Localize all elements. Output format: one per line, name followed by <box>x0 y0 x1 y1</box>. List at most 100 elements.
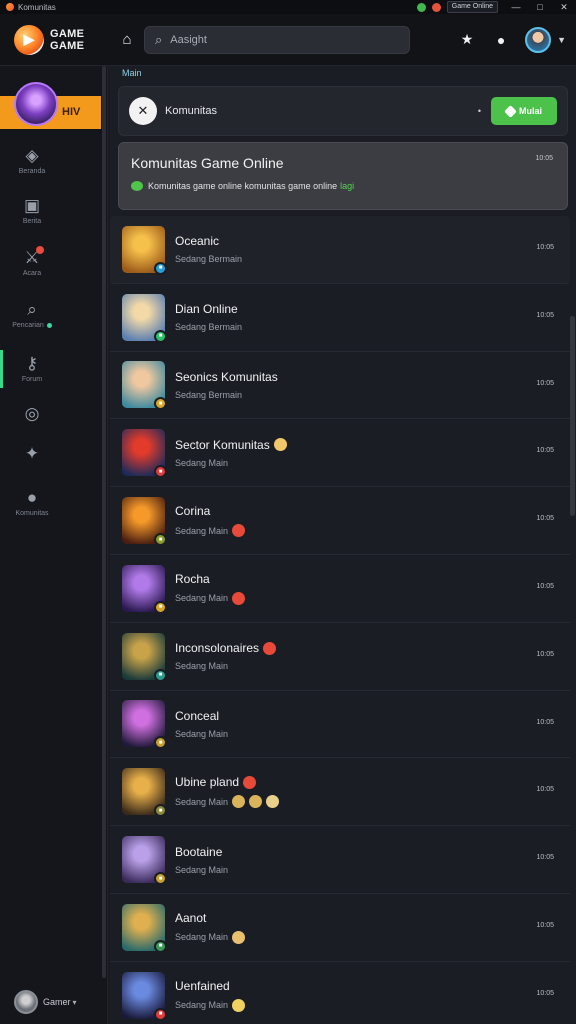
game-row[interactable]: ■ Oceanic Sedang Bermain 10:05 <box>110 216 570 284</box>
game-row[interactable]: ■ Dian Online Sedang Bermain 10:05 <box>110 284 570 352</box>
game-status: Sedang Main <box>175 729 570 739</box>
game-row[interactable]: ■ Corina Sedang Main 10:05 <box>110 487 570 555</box>
game-status: Sedang Bermain <box>175 322 570 332</box>
platform-badge-icon: ■ <box>154 329 167 343</box>
sidebar-item-globe[interactable]: ◎ <box>0 404 64 424</box>
sidebar-item-label: Berita <box>22 218 42 225</box>
platform-badge-icon: ■ <box>154 1007 167 1021</box>
game-row-text: Aanot Sedang Main <box>175 911 570 944</box>
people-icon: ● <box>26 488 38 507</box>
game-row[interactable]: ■ Inconsolonaires Sedang Main 10:05 <box>110 623 570 691</box>
minimize-button[interactable]: — <box>504 2 528 12</box>
game-row[interactable]: ■ Ubine pland Sedang Main 10:05 <box>110 758 570 827</box>
tray-green-icon[interactable] <box>416 2 426 12</box>
sidebar-item-label: Komunitas <box>15 510 49 517</box>
sidebar-user-name: Gamer <box>43 997 71 1007</box>
magnifier-icon: ⌕ <box>27 300 37 319</box>
start-button-label: Mulai <box>518 106 542 116</box>
game-row[interactable]: ■ Conceal Sedang Main 10:05 <box>110 691 570 759</box>
sidebar-item-forum[interactable]: ⚷ Forum <box>0 354 64 383</box>
game-row-text: Oceanic Sedang Bermain <box>175 234 570 264</box>
logo-line-1: GAME <box>50 27 85 40</box>
sidebar-profile-avatar[interactable] <box>14 82 58 126</box>
game-status: Sedang Main <box>175 795 570 809</box>
sidebar-item-home[interactable]: ◈ Beranda <box>0 146 64 175</box>
game-status: Sedang Bermain <box>175 254 570 264</box>
tray-red-icon[interactable] <box>431 2 441 12</box>
tray-area: Game Online <box>416 1 498 13</box>
controller-icon: ◈ <box>25 146 39 165</box>
maximize-button[interactable]: □ <box>528 2 552 12</box>
game-thumbnail: ■ <box>122 429 167 479</box>
game-name-text: Dian Online <box>175 302 238 317</box>
game-timestamp: 10:05 <box>536 515 554 523</box>
more-icon[interactable]: • <box>478 106 481 116</box>
section-label: Main <box>122 68 142 78</box>
sidebar-scrollbar[interactable] <box>102 66 106 978</box>
chat-icon[interactable]: ● <box>491 32 511 48</box>
game-name-text: Conceal <box>175 708 220 723</box>
game-timestamp: 10:05 <box>536 650 554 658</box>
sidebar-item-search[interactable]: ⌕ Pencarian <box>0 300 64 329</box>
globe-icon: ◎ <box>24 404 40 423</box>
game-status-text: Sedang Bermain <box>175 254 243 265</box>
search-input[interactable] <box>170 33 371 46</box>
game-row-text: Rocha Sedang Main <box>175 572 570 605</box>
key-icon: ⚷ <box>25 354 39 373</box>
game-row[interactable]: ■ Aanot Sedang Main 10:05 <box>110 894 570 962</box>
game-name: Aanot <box>175 911 570 925</box>
sidebar-item-label: Forum <box>21 376 43 383</box>
banner-timestamp: 10:05 <box>535 155 553 162</box>
game-status: Sedang Main <box>175 591 570 605</box>
game-row[interactable]: ■ Sector Komunitas Sedang Main 10:05 <box>110 419 570 488</box>
home-icon[interactable]: ⌂ <box>116 31 138 48</box>
banner-link[interactable]: lagi <box>340 181 354 191</box>
announcement-banner[interactable]: Komunitas Game Online Komunitas game onl… <box>118 142 568 210</box>
game-row[interactable]: ■ Uenfained Sedang Main 10:05 <box>110 962 570 1024</box>
game-name-text: Inconsolonaires <box>175 641 260 656</box>
game-status-text: Sedang Main <box>175 525 229 536</box>
game-name-text: Bootaine <box>175 844 223 859</box>
game-status: Sedang Main <box>175 661 570 671</box>
sidebar-item-label: Pencarian <box>0 322 64 329</box>
game-timestamp: 10:05 <box>536 379 554 387</box>
close-button[interactable]: ✕ <box>552 2 576 13</box>
game-row[interactable]: ■ Seonics Komunitas Sedang Bermain 10:05 <box>110 352 570 420</box>
game-status: Sedang Main <box>175 865 570 875</box>
community-logo-icon: ✕ <box>129 97 157 125</box>
sidebar-item-puzzle[interactable]: ✦ <box>0 444 64 464</box>
game-thumbnail: ■ <box>122 361 167 411</box>
start-button[interactable]: Mulai <box>491 97 557 125</box>
sidebar-user-avatar <box>14 990 38 1014</box>
app-window: { "titlebar": { "title": "Komunitas", "t… <box>0 0 576 1024</box>
chevron-down-icon: ▾ <box>72 997 77 1007</box>
game-thumbnail: ■ <box>122 564 167 614</box>
game-status-text: Sedang Main <box>175 457 229 468</box>
game-timestamp: 10:05 <box>536 447 554 455</box>
game-row-text: Corina Sedang Main <box>175 504 570 538</box>
game-status: Sedang Main <box>175 930 570 944</box>
star-icon[interactable]: ★ <box>457 31 477 48</box>
sidebar-item-community[interactable]: ● Komunitas <box>0 488 64 517</box>
main-scrollbar[interactable] <box>570 316 575 516</box>
search-bar[interactable]: ⌕ <box>144 25 410 54</box>
game-row[interactable]: ■ Rocha Sedang Main 10:05 <box>110 555 570 623</box>
platform-badge-icon: ■ <box>154 939 167 953</box>
chevron-down-icon[interactable]: ▼ <box>557 35 566 45</box>
logo[interactable]: ▶ GAME GAME <box>14 24 116 55</box>
sidebar-active-label: HIV <box>62 106 81 118</box>
game-status-text: Sedang Main <box>175 661 229 672</box>
game-status-text: Sedang Main <box>175 1000 229 1011</box>
game-row[interactable]: ■ Bootaine Sedang Main 10:05 <box>110 826 570 894</box>
community-card: ✕ Komunitas • Mulai <box>118 86 568 136</box>
game-timestamp: 10:05 <box>536 921 554 929</box>
sidebar-item-events[interactable]: ⚔ Acara <box>0 246 64 277</box>
online-dot <box>46 322 52 328</box>
sidebar-item-news[interactable]: ▣ Berita <box>0 196 64 225</box>
user-avatar[interactable] <box>525 26 552 53</box>
tray-label[interactable]: Game Online <box>446 1 498 13</box>
game-name-text: Sector Komunitas <box>175 437 270 452</box>
sidebar-user[interactable]: Gamer ▾ <box>14 990 77 1014</box>
platform-badge-icon: ■ <box>154 872 167 886</box>
emoji-icon <box>232 998 246 1012</box>
